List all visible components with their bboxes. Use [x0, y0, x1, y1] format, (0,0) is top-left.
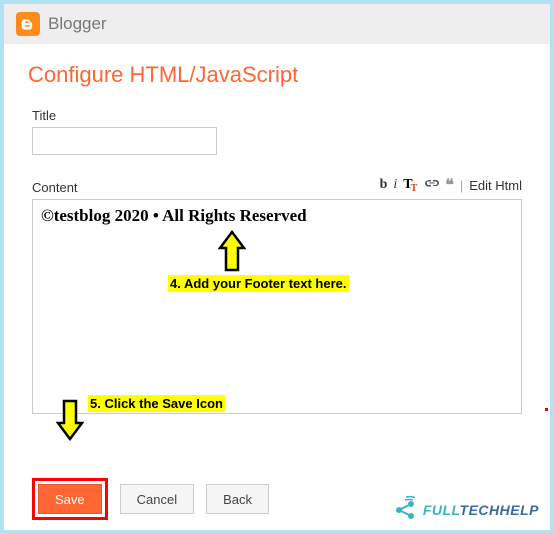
- edit-html-link[interactable]: Edit Html: [469, 178, 522, 193]
- app-name: Blogger: [48, 14, 107, 34]
- italic-icon[interactable]: i: [393, 177, 397, 193]
- bold-icon[interactable]: b: [380, 177, 388, 193]
- text-color-icon[interactable]: TT: [403, 177, 419, 193]
- app-header: Blogger: [4, 4, 550, 44]
- annotation-arrow-up-icon: [218, 230, 246, 274]
- content-editor[interactable]: ©testblog 2020 • All Rights Reserved 4. …: [32, 199, 522, 414]
- widget-form: Title Content b i TT ❝ | Edit Html ©test…: [4, 98, 550, 464]
- content-toolbar: b i TT ❝ | Edit Html: [380, 175, 522, 195]
- link-icon[interactable]: [425, 177, 439, 193]
- title-input[interactable]: [32, 127, 217, 155]
- save-button[interactable]: Save: [38, 484, 102, 514]
- watermark-icon: [391, 496, 419, 524]
- quote-icon[interactable]: ❝: [445, 175, 454, 195]
- cancel-button[interactable]: Cancel: [120, 484, 194, 514]
- content-label: Content: [32, 180, 78, 195]
- content-text: ©testblog 2020 • All Rights Reserved: [41, 206, 513, 226]
- blogger-logo-icon: [16, 12, 40, 36]
- annotation-step5: 5. Click the Save Icon: [88, 395, 225, 412]
- title-label: Title: [32, 108, 522, 123]
- toolbar-separator: |: [460, 178, 463, 193]
- back-button[interactable]: Back: [206, 484, 269, 514]
- watermark: FULLTECHHELP: [391, 496, 539, 524]
- watermark-text: FULLTECHHELP: [423, 502, 539, 518]
- page-title: Configure HTML/JavaScript: [4, 44, 550, 98]
- annotation-arrow-down-icon: [56, 397, 84, 441]
- button-row: Save Cancel Back FULLTECHHELP: [4, 464, 550, 530]
- annotation-save-highlight: Save: [32, 478, 108, 520]
- annotation-step4: 4. Add your Footer text here.: [168, 275, 349, 292]
- marker-dot: [545, 408, 548, 411]
